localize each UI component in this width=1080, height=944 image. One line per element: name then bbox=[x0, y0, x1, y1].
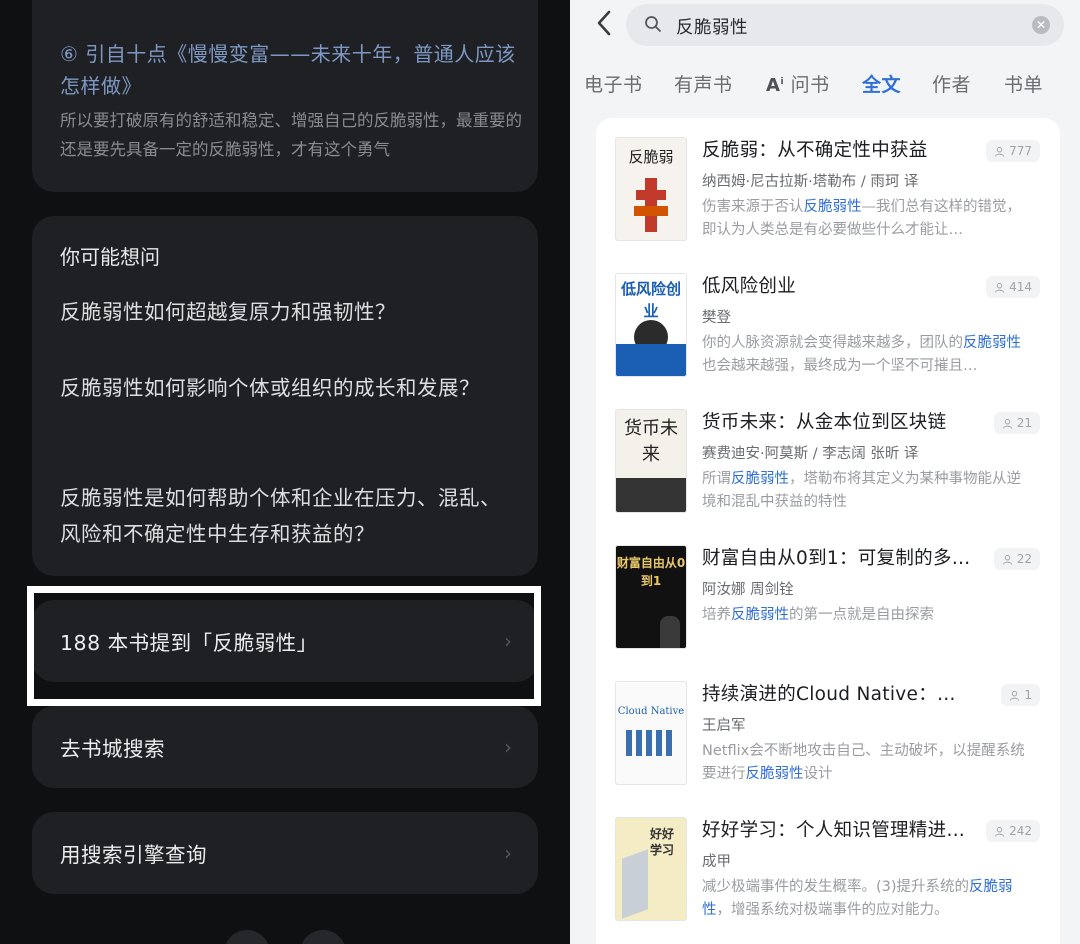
book-snippet: 培养反脆弱性的第一点就是自由探索 bbox=[702, 607, 934, 623]
book-title: 好好学习：个人知识管理精进… bbox=[702, 820, 966, 841]
book-author: 王启军 bbox=[702, 718, 746, 734]
search-input[interactable]: 反脆弱性 bbox=[676, 14, 748, 39]
book-snippet: 所谓反脆弱性，塔勒布将其定义为某种事物能从逆境和混乱中获益的特性 bbox=[702, 471, 1021, 510]
book-title: 反脆弱：从不确定性中获益 bbox=[702, 140, 928, 161]
search-bar[interactable]: 反脆弱性 ✕ bbox=[626, 4, 1064, 46]
user-icon bbox=[995, 282, 1005, 293]
back-arrow-icon[interactable] bbox=[594, 8, 614, 46]
search-engine-row[interactable]: 用搜索引擎查询 › bbox=[32, 812, 538, 894]
reader-count-badge: 22 bbox=[993, 548, 1040, 570]
book-cover: 低风险创业 bbox=[616, 274, 686, 376]
search-engine-label: 用搜索引擎查询 bbox=[60, 843, 207, 867]
book-title: 财富自由从0到1：可复制的多… bbox=[702, 548, 971, 569]
clear-icon[interactable]: ✕ bbox=[1032, 16, 1050, 34]
book-snippet: Netflix会不断地攻击自己、主动破坏，以提醒系统要进行反脆弱性设计 bbox=[702, 743, 1025, 782]
suggested-question[interactable]: 反脆弱性是如何帮助个体和企业在压力、混乱、风险和不确定性中生存和获益的？ bbox=[60, 480, 516, 552]
book-author: 成甲 bbox=[702, 854, 731, 870]
list-item[interactable]: 货币未来 货币未来：从金本位到区块链 赛费迪安·阿莫斯 / 李志阔 张昕 译 所… bbox=[596, 390, 1060, 526]
user-icon bbox=[995, 826, 1005, 837]
results-list: 反脆弱 反脆弱：从不确定性中获益 纳西姆·尼古拉斯·塔勒布 / 雨珂 译 伤害来… bbox=[596, 118, 1060, 944]
book-cover: Cloud Native bbox=[616, 682, 686, 784]
chevron-right-icon: › bbox=[504, 841, 512, 865]
tab-ask-book-label: 问书 bbox=[790, 74, 830, 96]
list-item[interactable]: 低风险创业 低风险创业 樊登 你的人脉资源就会变得越来越多，团队的反脆弱性也会越… bbox=[596, 254, 1060, 390]
ai-icon: Ai bbox=[766, 75, 785, 96]
chevron-right-icon: › bbox=[504, 735, 512, 759]
tab-ebooks[interactable]: 电子书 bbox=[584, 70, 643, 97]
ai-answer-panel: ⑥ 引自十点《慢慢变富——未来十年，普通人应该怎样做》 所以要打破原有的舒适和稳… bbox=[0, 0, 570, 944]
book-cover: 货币未来 bbox=[616, 410, 686, 512]
highlight-frame bbox=[27, 586, 541, 706]
tab-audiobooks[interactable]: 有声书 bbox=[674, 70, 733, 97]
list-item[interactable]: Cloud Native 持续演进的Cloud Native：云… 王启军 Ne… bbox=[596, 662, 1060, 798]
reader-count-badge: 777 bbox=[986, 140, 1040, 162]
book-title: 低风险创业 bbox=[702, 276, 797, 297]
book-author: 樊登 bbox=[702, 310, 731, 326]
bookstore-search-label: 去书城搜索 bbox=[60, 737, 165, 761]
book-title: 货币未来：从金本位到区块链 bbox=[702, 412, 947, 433]
bottom-action-button[interactable] bbox=[224, 930, 270, 944]
user-icon bbox=[995, 146, 1005, 157]
reader-count-badge: 1 bbox=[1001, 684, 1040, 706]
tab-booklists[interactable]: 书单 bbox=[1004, 70, 1043, 97]
book-author: 赛费迪安·阿莫斯 / 李志阔 张昕 译 bbox=[702, 446, 919, 462]
book-cover: 反脆弱 bbox=[616, 138, 686, 240]
suggested-question[interactable]: 反脆弱性如何影响个体或组织的成长和发展？ bbox=[60, 370, 516, 406]
tab-authors[interactable]: 作者 bbox=[932, 70, 971, 97]
list-item[interactable]: 反脆弱 反脆弱：从不确定性中获益 纳西姆·尼古拉斯·塔勒布 / 雨珂 译 伤害来… bbox=[596, 118, 1060, 254]
user-icon bbox=[1002, 554, 1012, 565]
suggested-question[interactable]: 反脆弱性如何超越复原力和强韧性？ bbox=[60, 294, 516, 330]
book-cover: 财富自由从0到1 bbox=[616, 546, 686, 648]
reader-count-badge: 414 bbox=[986, 276, 1040, 298]
bookstore-search-row[interactable]: 去书城搜索 › bbox=[32, 706, 538, 788]
suggested-questions-heading: 你可能想问 bbox=[60, 245, 160, 269]
book-author: 阿汝娜 周剑铨 bbox=[702, 582, 794, 598]
bottom-action-button[interactable] bbox=[300, 930, 346, 944]
search-tabs: 电子书 有声书 Ai 问书 全文 作者 书单 bbox=[570, 70, 1080, 106]
book-snippet: 减少极端事件的发生概率。(3)提升系统的反脆弱性，增强系统对极端事件的应对能力。 bbox=[702, 879, 1013, 918]
search-results-panel: 反脆弱性 ✕ 电子书 有声书 Ai 问书 全文 作者 书单 反脆弱 反脆弱：从不… bbox=[570, 0, 1080, 944]
reader-count-badge: 242 bbox=[986, 820, 1040, 842]
search-icon bbox=[645, 16, 661, 32]
book-snippet: 伤害来源于否认反脆弱性—我们总有这样的错觉，即认为人类总是有必要做些什么才能让… bbox=[702, 199, 1021, 238]
suggested-questions-card: 你可能想问 反脆弱性如何超越复原力和强韧性？ 反脆弱性如何影响个体或组织的成长和… bbox=[32, 216, 538, 576]
book-author: 纳西姆·尼古拉斯·塔勒布 / 雨珂 译 bbox=[702, 174, 919, 190]
list-item[interactable]: 好好学习 好好学习：个人知识管理精进… 成甲 减少极端事件的发生概率。(3)提升… bbox=[596, 798, 1060, 934]
list-item[interactable]: 财富自由从0到1 财富自由从0到1：可复制的多… 阿汝娜 周剑铨 培养反脆弱性的… bbox=[596, 526, 1060, 662]
user-icon bbox=[1010, 690, 1020, 701]
quote-card[interactable]: ⑥ 引自十点《慢慢变富——未来十年，普通人应该怎样做》 所以要打破原有的舒适和稳… bbox=[32, 0, 538, 192]
quote-source-title[interactable]: ⑥ 引自十点《慢慢变富——未来十年，普通人应该怎样做》 bbox=[60, 38, 530, 102]
tab-fulltext[interactable]: 全文 bbox=[862, 70, 901, 97]
tab-ask-book[interactable]: Ai 问书 bbox=[766, 70, 830, 97]
reader-count-badge: 21 bbox=[993, 412, 1040, 434]
book-snippet: 你的人脉资源就会变得越来越多，团队的反脆弱性也会越来越强，最终成为一个坚不可摧且… bbox=[702, 335, 1021, 374]
book-title: 持续演进的Cloud Native：云… bbox=[702, 684, 972, 705]
user-icon bbox=[1002, 418, 1012, 429]
quote-excerpt: 所以要打破原有的舒适和稳定、增强自己的反脆弱性，最重要的还是要先具备一定的反脆弱… bbox=[60, 111, 522, 159]
book-cover: 好好学习 bbox=[616, 818, 686, 920]
